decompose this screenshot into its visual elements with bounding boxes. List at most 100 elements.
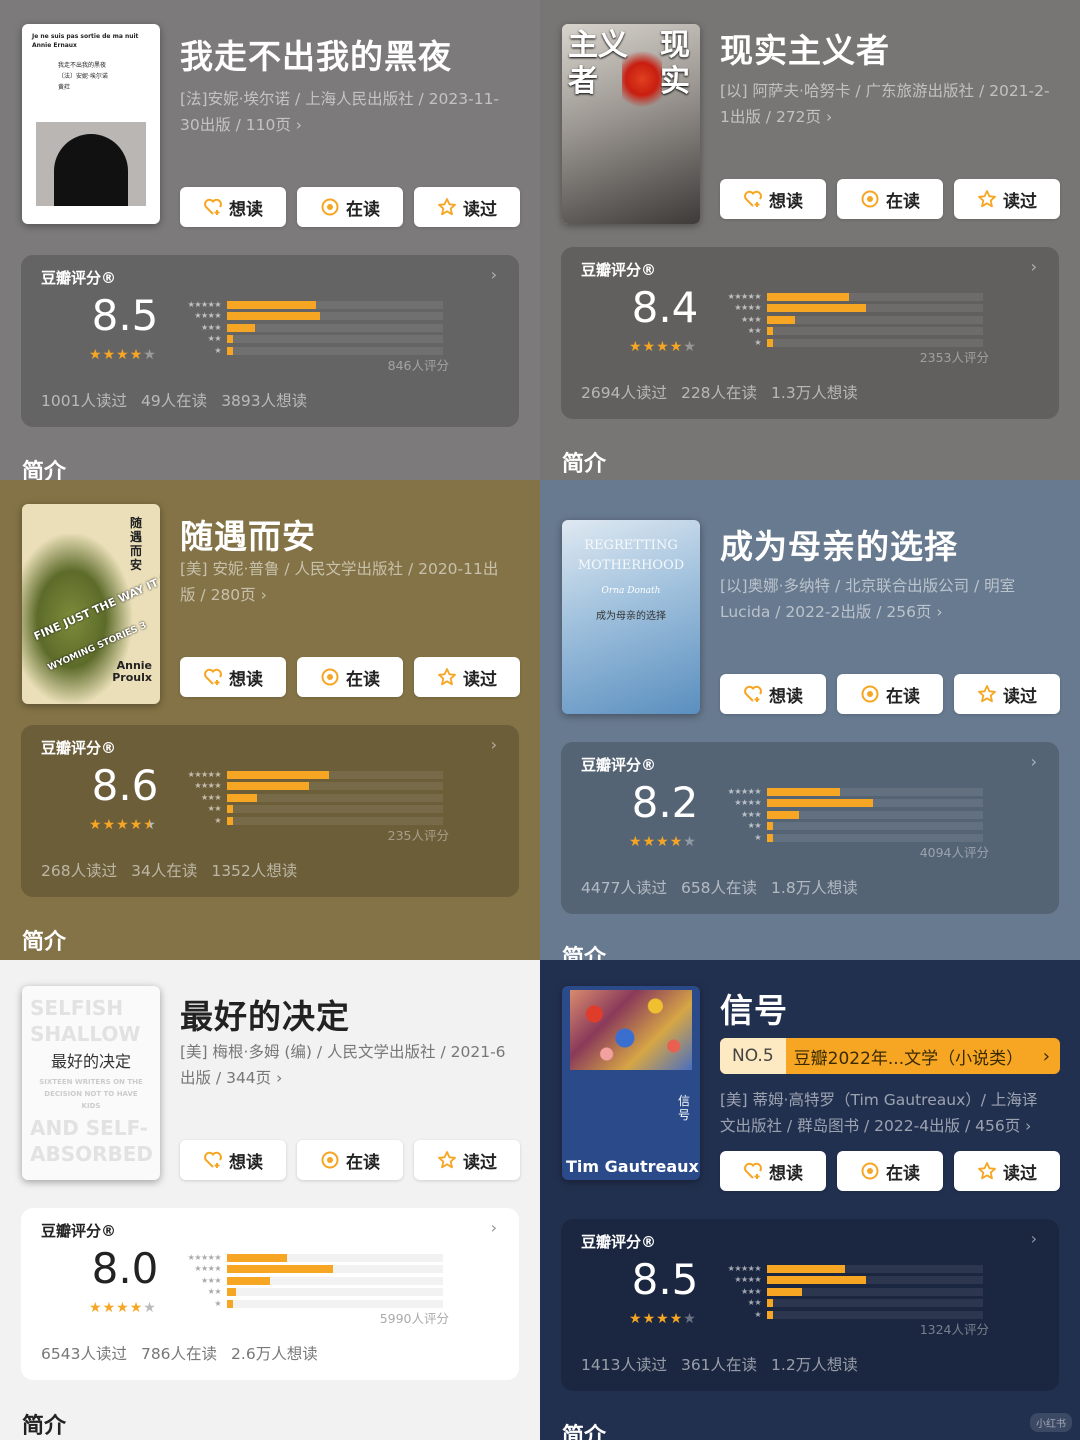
- want-count[interactable]: 1352人想读: [211, 859, 297, 881]
- read-count[interactable]: 1413人读过: [581, 1353, 667, 1375]
- read-button[interactable]: 读过: [414, 1140, 520, 1180]
- rating-bar-row: ★★★★: [719, 1275, 983, 1287]
- rating-card[interactable]: 豆瓣评分® › 8.5 ★★★★★ ★★★★★ ★★★★ ★★★ ★★ ★ 84…: [21, 255, 519, 427]
- rating-star-icon: ★: [669, 1311, 684, 1327]
- reading-count[interactable]: 658人在读: [681, 876, 757, 898]
- read-count[interactable]: 2694人读过: [581, 381, 667, 403]
- rating-label: 豆瓣评分®: [581, 1233, 657, 1251]
- reading-count[interactable]: 49人在读: [141, 389, 207, 411]
- cover-text: 〔法〕安妮·埃尔诺: [58, 73, 108, 80]
- rating-star-icon: ★: [89, 347, 103, 363]
- ranking-tag[interactable]: NO.5 豆瓣2022年...文学（小说类） ›: [720, 1038, 1060, 1074]
- read-button[interactable]: 读过: [414, 657, 520, 697]
- rating-score: 8.2: [631, 778, 699, 827]
- rating-bar-track: [227, 1265, 443, 1274]
- rating-bar-track: [227, 346, 443, 355]
- book-cover[interactable]: SELFISH SHALLOW 最好的决定 SIXTEEN WRITERS ON…: [22, 986, 160, 1180]
- reading-button[interactable]: 在读: [837, 179, 943, 219]
- read-button[interactable]: 读过: [954, 674, 1060, 714]
- rating-star-icon: ★: [642, 1311, 657, 1327]
- reading-button[interactable]: 在读: [297, 187, 403, 227]
- book-meta-link[interactable]: [法]安妮·埃尔诺 / 上海人民出版社 / 2023-11-30出版 / 110…: [180, 86, 510, 138]
- rating-count: 4094人评分: [919, 845, 989, 860]
- read-count[interactable]: 4477人读过: [581, 876, 667, 898]
- rating-card[interactable]: 豆瓣评分® › 8.6 ★★★★★ ★★★★★ ★★★★ ★★★ ★★ ★ 23…: [21, 725, 519, 897]
- chevron-right-icon: ›: [1030, 752, 1037, 771]
- read-button[interactable]: 读过: [414, 187, 520, 227]
- book-cover[interactable]: 随遇而安 FINE JUST THE WAY IT IS WYOMING STO…: [22, 504, 160, 704]
- read-button[interactable]: 读过: [954, 1151, 1060, 1191]
- cover-text: Je ne suis pas sortie de ma nuit: [32, 33, 139, 40]
- rating-bar-row: ★★: [179, 1287, 443, 1299]
- want-read-button[interactable]: 想读: [180, 1140, 286, 1180]
- reading-count[interactable]: 34人在读: [131, 859, 197, 881]
- rating-bar-track: [767, 822, 983, 831]
- rating-card[interactable]: 豆瓣评分® › 8.5 ★★★★★ ★★★★★ ★★★★ ★★★ ★★ ★ 13…: [561, 1219, 1059, 1391]
- rating-star-icon: ★: [102, 817, 117, 833]
- rating-bar-track: [767, 292, 983, 301]
- reading-button[interactable]: 在读: [297, 657, 403, 697]
- rating-bar-row: ★★★★: [179, 781, 443, 793]
- rating-star-icon: ★: [656, 834, 670, 850]
- book-meta-link[interactable]: [美] 蒂姆·高特罗（Tim Gautreaux）/ 上海译文出版社 / 群岛图…: [720, 1087, 1050, 1139]
- rating-bar-fill: [767, 833, 773, 842]
- want-count[interactable]: 2.6万人想读: [231, 1342, 318, 1364]
- read-count[interactable]: 1001人读过: [41, 389, 127, 411]
- want-count[interactable]: 3893人想读: [221, 389, 307, 411]
- target-icon: [320, 1150, 340, 1170]
- action-buttons: 想读 在读 读过: [720, 1151, 1060, 1191]
- rating-distribution: ★★★★★ ★★★★ ★★★ ★★ ★: [719, 786, 983, 844]
- book-meta-link[interactable]: [以]奥娜·多纳特 / 北京联合出版公司 / 明室Lucida / 2022-2…: [720, 573, 1050, 625]
- want-count[interactable]: 1.3万人想读: [771, 381, 858, 403]
- rating-bar-fill: [227, 346, 233, 355]
- heart-plus-icon: [743, 1161, 763, 1181]
- read-count[interactable]: 6543人读过: [41, 1342, 127, 1364]
- read-label: 读过: [463, 1152, 497, 1173]
- book-cover[interactable]: REGRETTING MOTHERHOOD Orna Donath 成为母亲的选…: [562, 520, 700, 714]
- want-read-button[interactable]: 想读: [720, 179, 826, 219]
- want-count[interactable]: 1.2万人想读: [771, 1353, 858, 1375]
- reading-count[interactable]: 361人在读: [681, 1353, 757, 1375]
- rating-card[interactable]: 豆瓣评分® › 8.4 ★★★★★ ★★★★★ ★★★★ ★★★ ★★ ★ 23…: [561, 247, 1059, 419]
- read-button[interactable]: 读过: [954, 179, 1060, 219]
- reading-count[interactable]: 228人在读: [681, 381, 757, 403]
- book-panels-grid: Je ne suis pas sortie de ma nuit Annie E…: [0, 0, 1080, 1440]
- want-count[interactable]: 1.8万人想读: [771, 876, 858, 898]
- reader-stats: 1413人读过 361人在读 1.2万人想读: [581, 1353, 858, 1375]
- rating-card[interactable]: 豆瓣评分® › 8.2 ★★★★★ ★★★★★ ★★★★ ★★★ ★★ ★ 40…: [561, 742, 1059, 914]
- reading-label: 在读: [886, 686, 920, 707]
- section-title: 简介: [562, 1424, 607, 1440]
- read-count[interactable]: 268人读过: [41, 859, 117, 881]
- target-icon: [860, 1161, 880, 1181]
- rating-star-icon: ★: [669, 339, 684, 355]
- rating-star-icon: ★: [116, 817, 130, 833]
- book-meta-link[interactable]: [以] 阿萨夫·哈努卡 / 广东旅游出版社 / 2021-2-1出版 / 272…: [720, 78, 1050, 130]
- rating-bar-row: ★★★★: [719, 303, 983, 315]
- rating-card[interactable]: 豆瓣评分® › 8.0 ★★★★★ ★★★★★ ★★★★ ★★★ ★★ ★ 59…: [21, 1208, 519, 1380]
- book-cover[interactable]: 主义者 现实: [562, 24, 700, 224]
- want-read-button[interactable]: 想读: [720, 674, 826, 714]
- want-read-button[interactable]: 想读: [180, 657, 286, 697]
- rating-count: 2353人评分: [919, 350, 989, 365]
- reading-label: 在读: [346, 669, 380, 690]
- reading-button[interactable]: 在读: [297, 1140, 403, 1180]
- reading-count[interactable]: 786人在读: [141, 1342, 217, 1364]
- book-cover[interactable]: Je ne suis pas sortie de ma nuit Annie E…: [22, 24, 160, 224]
- section-title: 简介: [22, 1414, 67, 1439]
- rating-bar-fill: [227, 1276, 271, 1285]
- star-level-label: ★★★★: [734, 1275, 761, 1285]
- rating-star-icon: ★: [143, 817, 157, 833]
- want-read-button[interactable]: 想读: [720, 1151, 826, 1191]
- book-meta-link[interactable]: [美] 梅根·多姆 (编) / 人民文学出版社 / 2021-6出版 / 344…: [180, 1039, 510, 1091]
- want-read-label: 想读: [769, 1163, 803, 1184]
- reading-button[interactable]: 在读: [837, 674, 943, 714]
- reading-label: 在读: [346, 1152, 380, 1173]
- rating-bar-row: ★★★★★: [719, 1263, 983, 1275]
- rating-label: 豆瓣评分®: [41, 1222, 117, 1240]
- target-icon: [320, 197, 340, 217]
- want-read-button[interactable]: 想读: [180, 187, 286, 227]
- reading-button[interactable]: 在读: [837, 1151, 943, 1191]
- book-cover[interactable]: 信号 Tim Gautreaux: [562, 986, 700, 1180]
- book-meta-link[interactable]: [美] 安妮·普鲁 / 人民文学出版社 / 2020-11出版 / 280页 ›: [180, 556, 510, 608]
- rating-star-icon: ★: [683, 1311, 697, 1327]
